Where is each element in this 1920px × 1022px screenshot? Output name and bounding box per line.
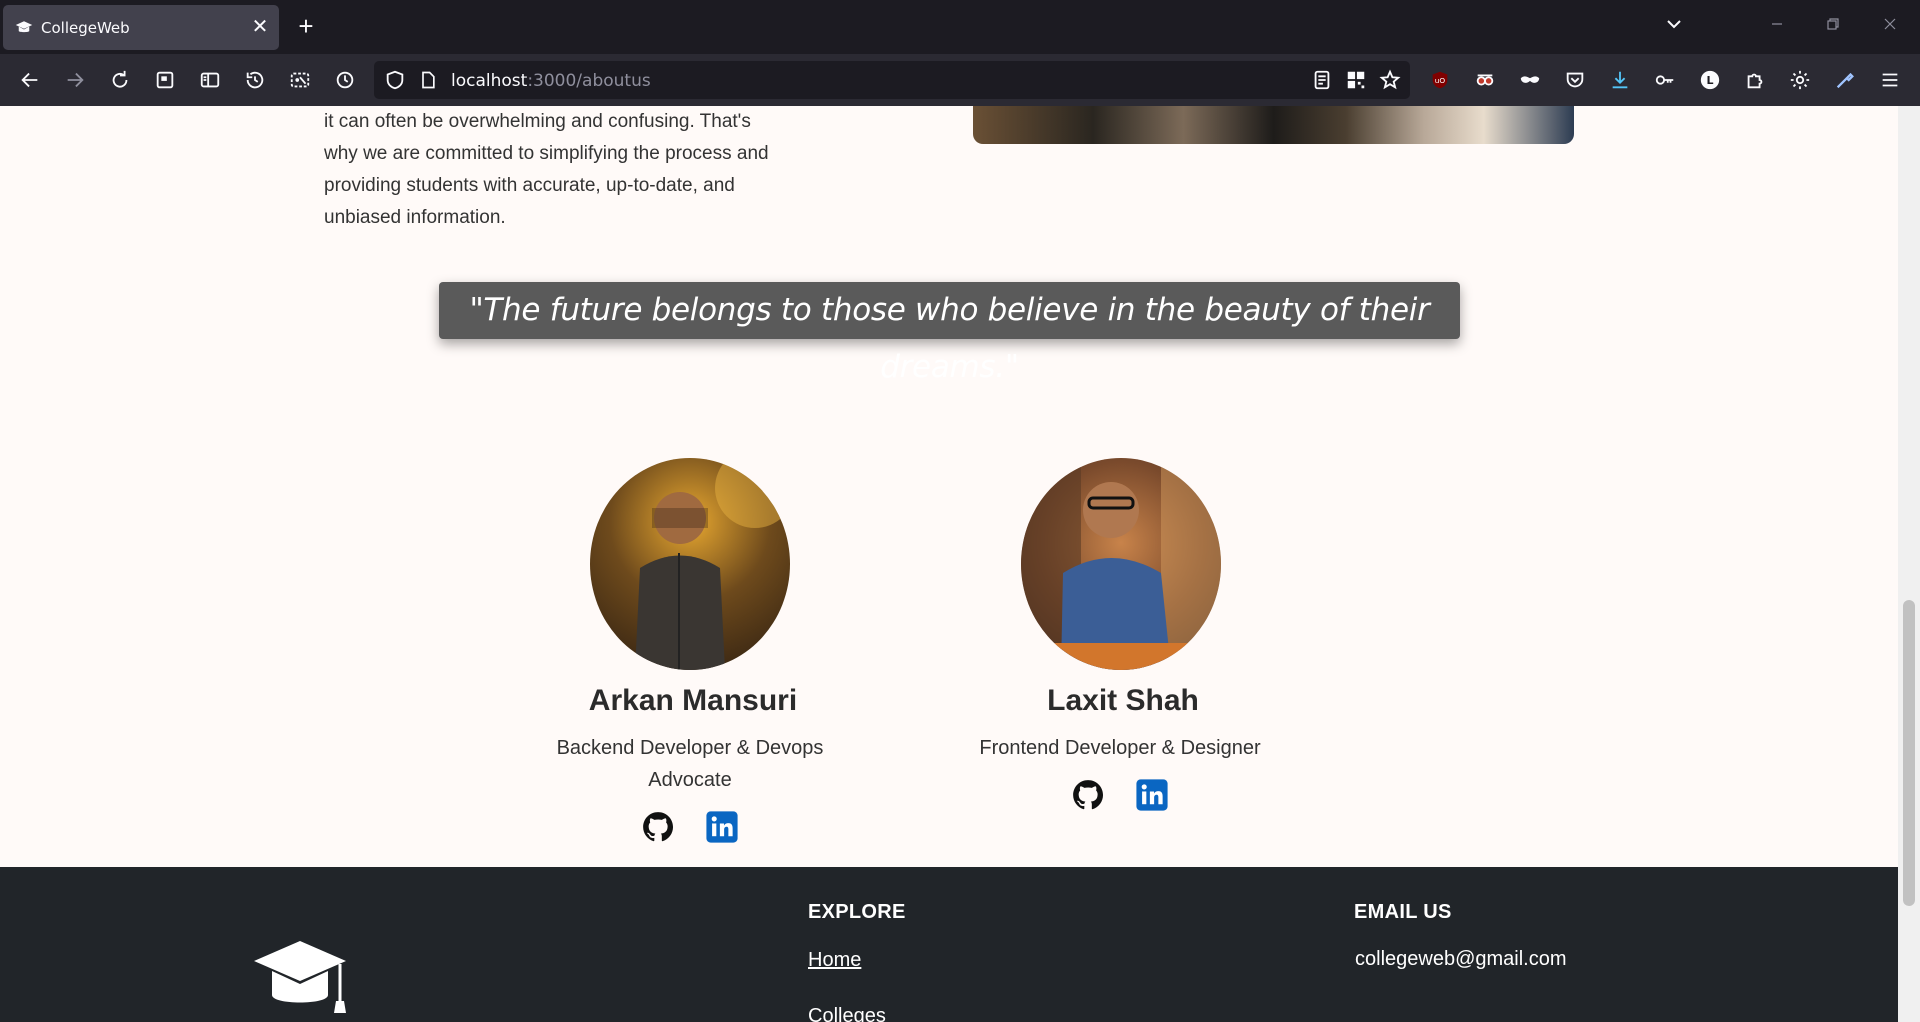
screenshot-icon[interactable] — [151, 66, 179, 94]
graduation-cap-icon[interactable] — [252, 939, 348, 1019]
back-icon[interactable] — [16, 66, 44, 94]
color-picker-icon[interactable] — [1831, 66, 1859, 94]
avatar — [1021, 458, 1221, 670]
settings-gear-icon[interactable] — [1786, 66, 1814, 94]
url-text[interactable]: localhost:3000/aboutus — [451, 71, 651, 91]
member-name: Laxit Shah — [1047, 684, 1199, 717]
tab-bar: CollegeWeb ✕ + — [0, 0, 1920, 54]
qr-code-icon[interactable] — [1345, 69, 1367, 91]
extension-glasses-icon[interactable] — [1471, 66, 1499, 94]
member-role: Frontend Developer & Designer — [979, 737, 1261, 759]
history-icon[interactable] — [241, 66, 269, 94]
intro-line: it can often be overwhelming and confusi… — [324, 111, 751, 132]
download-icon[interactable] — [1606, 66, 1634, 94]
app-menu-icon[interactable] — [1876, 66, 1904, 94]
close-window-icon[interactable] — [1877, 14, 1903, 38]
page-info-icon[interactable] — [418, 70, 438, 90]
intro-line: unbiased information. — [324, 207, 506, 228]
member-role: Backend Developer & Devops Advocate — [556, 737, 824, 791]
reader-view-icon[interactable] — [1311, 69, 1333, 91]
new-tab-button[interactable]: + — [292, 12, 320, 40]
github-icon[interactable] — [1071, 778, 1105, 812]
url-host: localhost — [451, 71, 528, 91]
url-path: :3000/aboutus — [527, 71, 651, 91]
linkedin-icon[interactable] — [1135, 778, 1169, 812]
quote-banner: "The future belongs to those who believe… — [439, 282, 1460, 385]
mask-icon[interactable] — [1516, 66, 1544, 94]
extensions-puzzle-icon[interactable] — [1741, 66, 1769, 94]
linkedin-icon[interactable] — [705, 810, 739, 844]
member-name: Arkan Mansuri — [588, 684, 798, 717]
graduation-cap-icon — [15, 21, 33, 33]
member-photo — [1021, 458, 1221, 670]
footer-explore-heading: EXPLORE — [808, 901, 906, 923]
key-icon[interactable] — [1651, 66, 1679, 94]
footer-email-address[interactable]: collegeweb@gmail.com — [1355, 948, 1567, 971]
clock-icon[interactable] — [331, 66, 359, 94]
avatar — [590, 458, 790, 670]
page-viewport: it can often be overwhelming and confusi… — [0, 106, 1898, 1022]
social-links — [540, 810, 840, 844]
footer-link-home[interactable]: Home — [808, 949, 861, 972]
page-scrollbar[interactable] — [1898, 106, 1920, 1022]
team-member-card: Laxit Shah Frontend Developer & Designer — [970, 458, 1270, 812]
intro-line: providing students with accurate, up-to-… — [324, 175, 735, 196]
about-intro-text: it can often be overwhelming and confusi… — [324, 106, 804, 234]
list-all-tabs-icon[interactable] — [1661, 14, 1687, 38]
footer-link-colleges[interactable]: Colleges — [808, 1005, 886, 1022]
team-member-card: Arkan Mansuri Backend Developer & Devops… — [540, 458, 840, 844]
forward-icon[interactable] — [61, 66, 89, 94]
social-links — [970, 778, 1270, 812]
github-icon[interactable] — [641, 810, 675, 844]
svg-text:uO: uO — [1435, 76, 1446, 85]
close-tab-icon[interactable]: ✕ — [249, 16, 271, 38]
tab-collegeweb[interactable]: CollegeWeb ✕ — [3, 5, 279, 50]
navigation-toolbar: localhost:3000/aboutus uO L — [0, 54, 1920, 106]
customize-icon[interactable] — [286, 66, 314, 94]
scrollbar-thumb[interactable] — [1903, 600, 1915, 906]
intro-line: why we are committed to simplifying the … — [324, 143, 769, 164]
site-footer: EXPLORE Home Colleges EMAIL US collegewe… — [0, 867, 1898, 1022]
minimize-window-icon[interactable] — [1764, 14, 1790, 38]
shield-icon[interactable] — [384, 69, 406, 91]
ublock-icon[interactable]: uO — [1426, 66, 1454, 94]
sidebar-icon[interactable] — [196, 66, 224, 94]
bookmark-star-icon[interactable] — [1379, 69, 1401, 91]
students-photo — [973, 106, 1574, 144]
reload-icon[interactable] — [106, 66, 134, 94]
pocket-icon[interactable] — [1561, 66, 1589, 94]
address-bar[interactable]: localhost:3000/aboutus — [374, 61, 1410, 99]
member-photo — [635, 458, 790, 670]
restore-window-icon[interactable] — [1820, 14, 1846, 38]
footer-email-heading: EMAIL US — [1354, 901, 1452, 923]
account-avatar-icon[interactable]: L — [1696, 66, 1724, 94]
tab-title: CollegeWeb — [41, 19, 130, 37]
svg-text:L: L — [1706, 74, 1713, 87]
